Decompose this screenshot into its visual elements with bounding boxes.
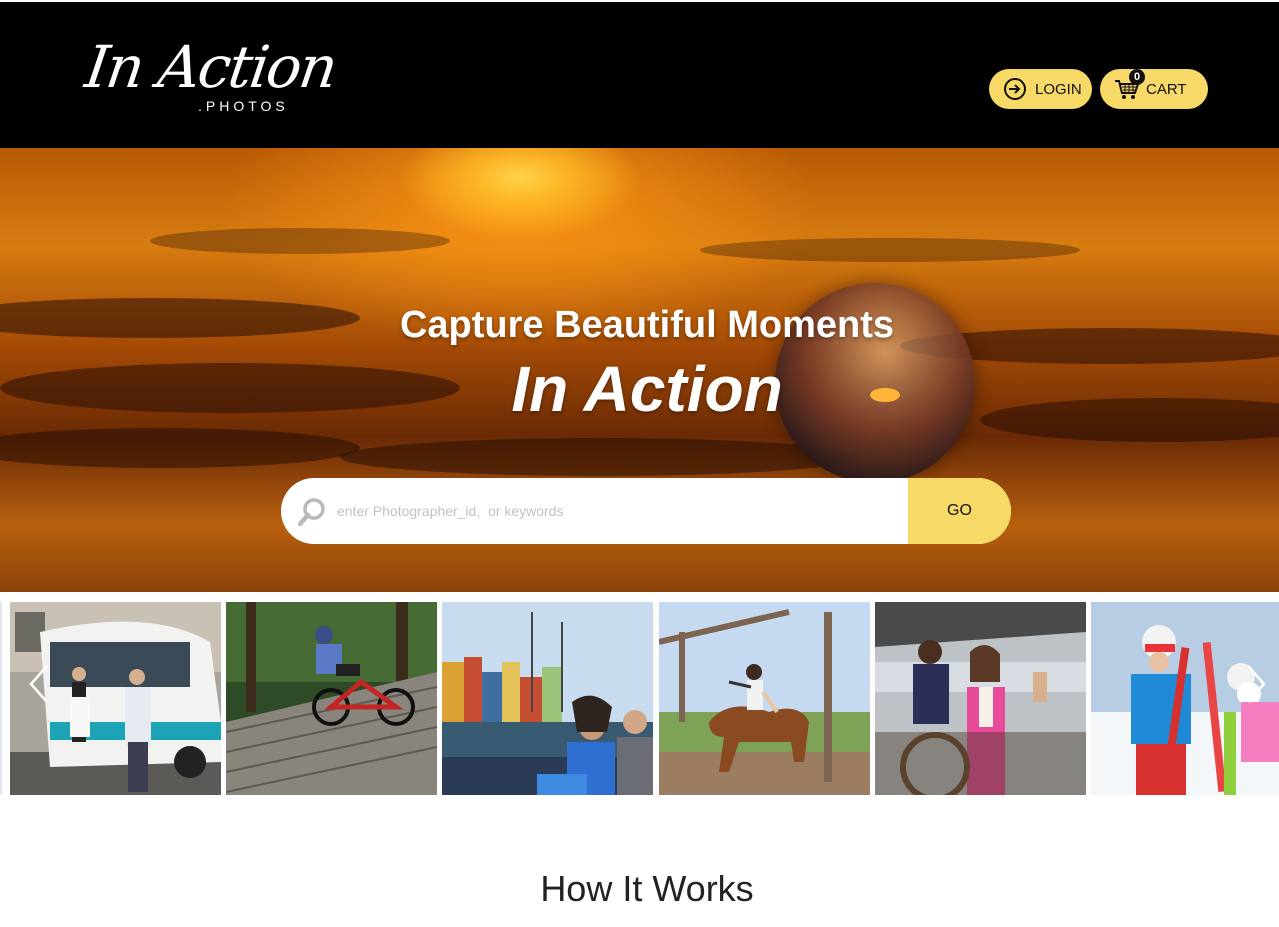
hero-wave xyxy=(150,228,450,254)
search-bar: GO xyxy=(281,478,1011,544)
cart-button[interactable]: 0 CART xyxy=(1100,69,1208,109)
photo-slide-horse-rider xyxy=(659,602,870,795)
carousel-slide[interactable] xyxy=(875,602,1086,795)
hero-wave xyxy=(0,428,360,468)
login-icon xyxy=(1003,77,1027,101)
chevron-right-icon xyxy=(1247,665,1266,703)
carousel-slide[interactable] xyxy=(226,602,437,795)
photo-carousel xyxy=(0,602,1279,795)
hero-banner: Capture Beautiful Moments In Action GO xyxy=(0,148,1279,592)
login-button[interactable]: LOGIN xyxy=(989,69,1092,109)
carousel-prev-button[interactable] xyxy=(25,662,55,706)
site-header: In Action .PHOTOS LOGIN 0 CART xyxy=(0,0,1279,148)
carousel-slide[interactable] xyxy=(0,602,2,795)
logo-script-text: In Action xyxy=(81,33,340,101)
photo-slide-mountain-bike xyxy=(226,602,437,795)
hero-title: Capture Beautiful Moments xyxy=(399,304,895,346)
carousel-slide[interactable] xyxy=(659,602,870,795)
hero-subtitle: In Action xyxy=(511,353,783,425)
cart-count-badge: 0 xyxy=(1129,69,1145,85)
hero-wave xyxy=(340,438,860,476)
carousel-slide[interactable] xyxy=(442,602,653,795)
how-it-works-title: How It Works xyxy=(540,868,754,909)
carousel-next-button[interactable] xyxy=(1240,662,1270,706)
in-action-logo[interactable]: In Action .PHOTOS xyxy=(81,32,340,122)
cart-label: CART xyxy=(1146,80,1187,98)
search-icon xyxy=(297,497,327,527)
chevron-left-icon xyxy=(29,665,48,703)
search-input[interactable] xyxy=(337,478,897,544)
go-button[interactable]: GO xyxy=(908,478,1011,544)
photo-slide-canal-boat xyxy=(442,602,653,795)
photo-slide-skiers xyxy=(0,602,2,795)
logo-sub-text: .PHOTOS xyxy=(198,98,289,114)
photo-slide-boat-wave xyxy=(875,602,1086,795)
hero-wave xyxy=(700,238,1080,262)
login-label: LOGIN xyxy=(1035,80,1082,98)
cart-icon: 0 xyxy=(1114,69,1145,101)
